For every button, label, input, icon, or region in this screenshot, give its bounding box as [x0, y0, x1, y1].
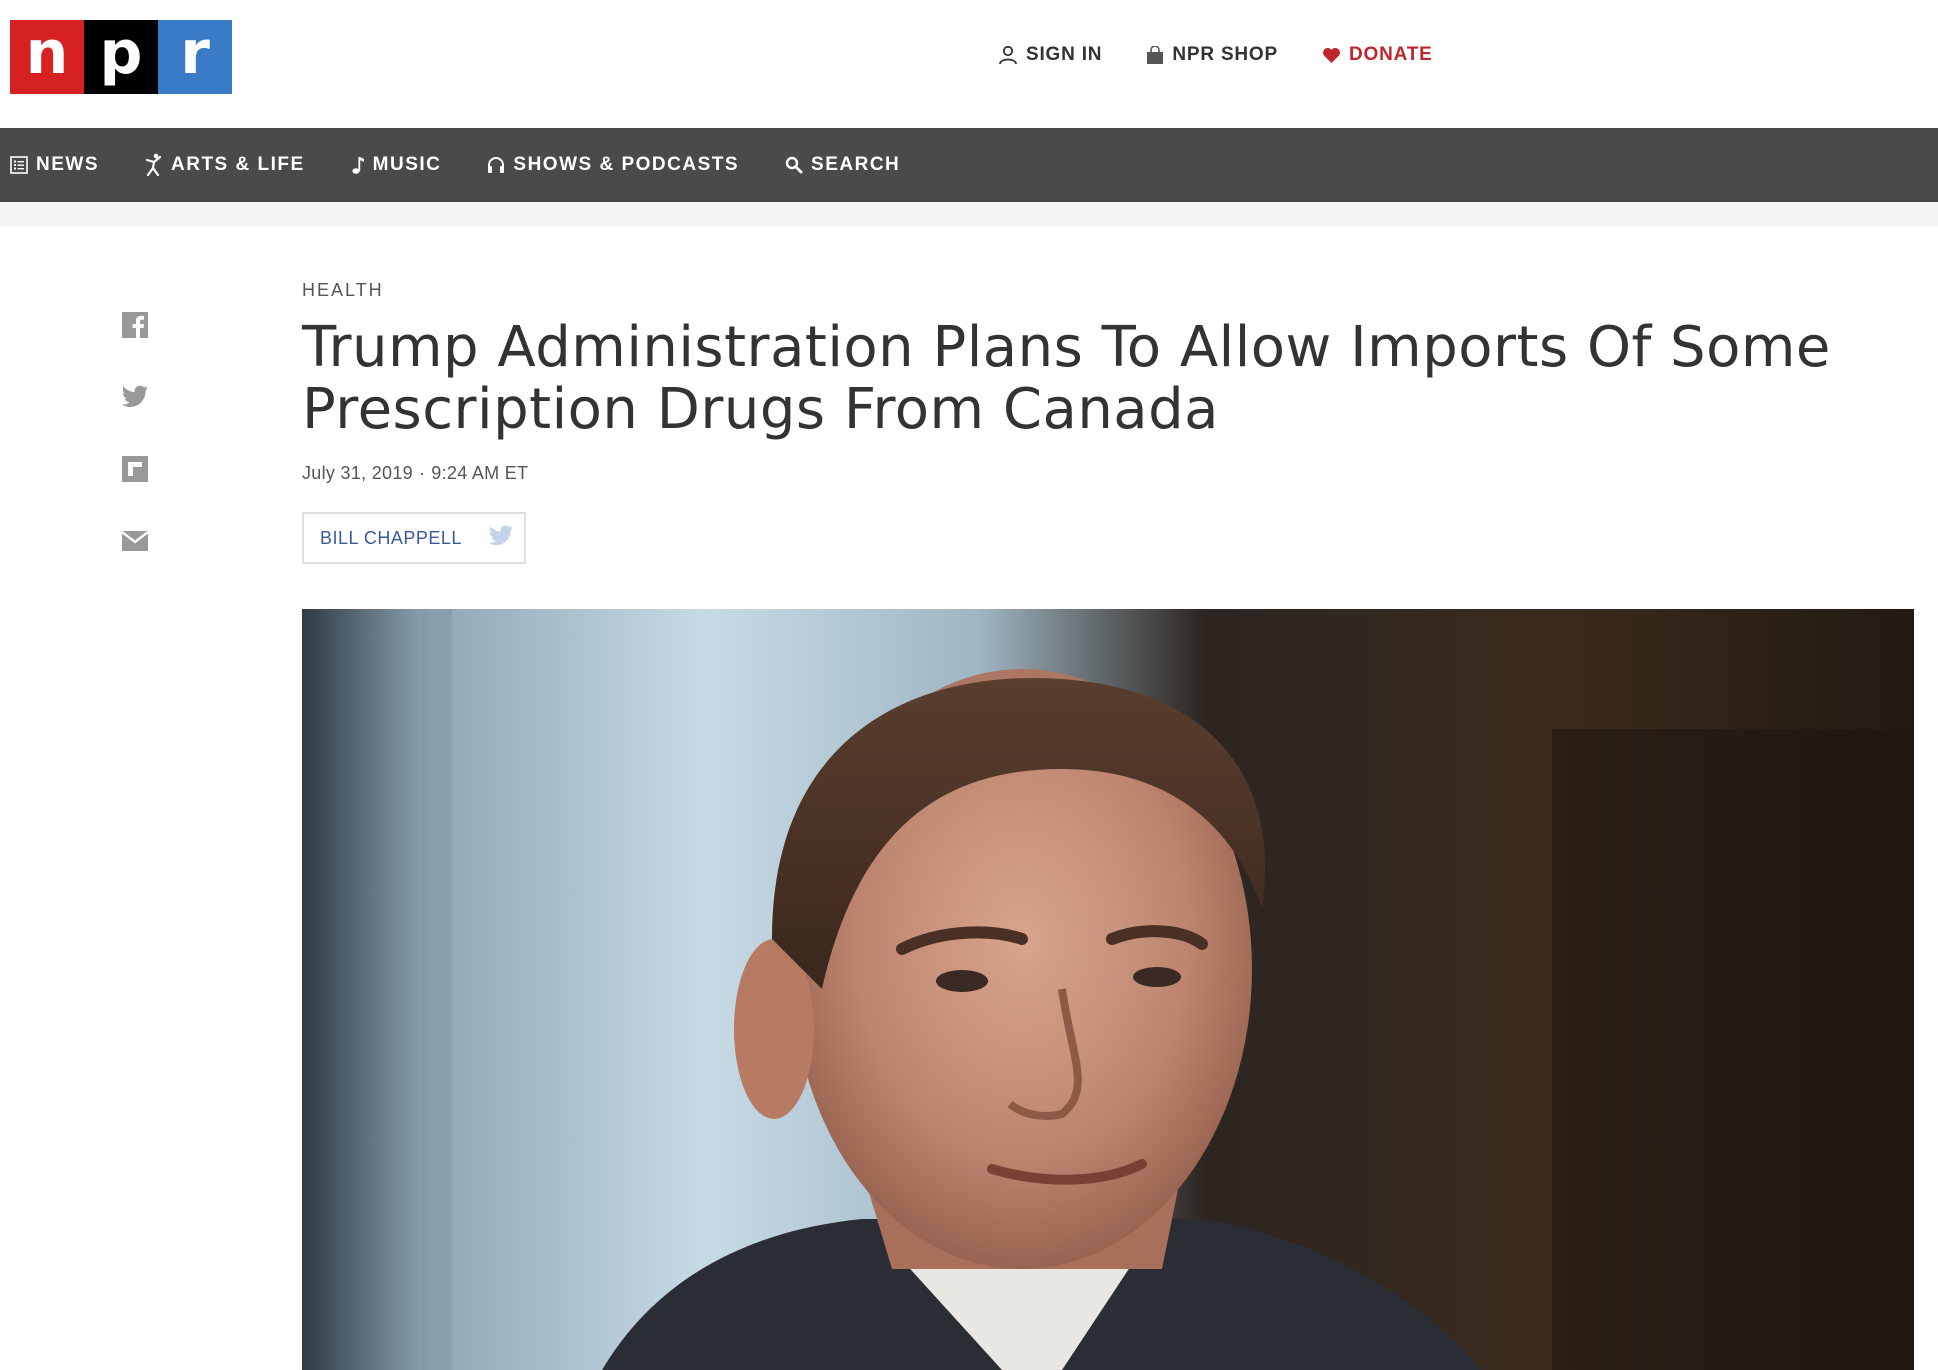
nav-news[interactable]: NEWS — [10, 154, 99, 176]
share-email-button[interactable] — [120, 528, 150, 558]
twitter-icon — [121, 385, 149, 414]
donate-link[interactable]: DONATE — [1322, 44, 1433, 66]
news-list-icon — [10, 156, 28, 174]
page-title: Trump Administration Plans To Allow Impo… — [302, 315, 1831, 442]
heart-icon — [1322, 47, 1341, 64]
search-icon — [785, 156, 803, 174]
section-label[interactable]: HEALTH — [302, 280, 1916, 301]
publish-date: July 31, 2019 — [302, 463, 413, 483]
nav-shows-podcasts[interactable]: SHOWS & PODCASTS — [487, 154, 739, 176]
logo-letter-p: p — [84, 20, 158, 94]
author-byline[interactable]: BILL CHAPPELL — [302, 512, 526, 564]
dateline: July 31, 2019 · 9:24 AM ET — [302, 463, 1916, 484]
npr-shop-label: NPR SHOP — [1172, 44, 1278, 65]
nav-shows-podcasts-label: SHOWS & PODCASTS — [513, 154, 740, 175]
author-name: BILL CHAPPELL — [320, 527, 462, 548]
music-note-icon — [351, 155, 365, 175]
share-flipboard-button[interactable] — [120, 455, 150, 488]
main-nav: NEWS ARTS & LIFE MUSIC SHOWS & PODCASTS … — [0, 128, 1938, 202]
user-icon — [998, 45, 1018, 65]
nav-music[interactable]: MUSIC — [351, 154, 442, 176]
author-twitter-icon[interactable] — [488, 525, 514, 552]
site-header: n p r SIGN IN NPR SHOP DONATE — [0, 0, 1938, 128]
npr-logo[interactable]: n p r — [10, 20, 232, 94]
sign-in-label: SIGN IN — [1026, 44, 1103, 65]
utility-nav: SIGN IN NPR SHOP DONATE — [998, 44, 1433, 66]
facebook-icon — [121, 311, 149, 344]
dateline-separator: · — [418, 463, 426, 483]
share-twitter-button[interactable] — [120, 384, 150, 414]
email-icon — [121, 530, 149, 557]
nav-search-label: SEARCH — [811, 154, 901, 175]
npr-shop-link[interactable]: NPR SHOP — [1146, 44, 1278, 66]
nav-spacer-bar — [0, 202, 1938, 226]
logo-letter-n: n — [10, 20, 84, 94]
publish-time: 9:24 AM ET — [431, 463, 529, 483]
logo-letter-r: r — [158, 20, 232, 94]
headphones-icon — [487, 156, 505, 174]
flipboard-icon — [121, 455, 149, 488]
article-header: HEALTH Trump Administration Plans To All… — [302, 280, 1916, 564]
dancer-icon — [145, 153, 163, 177]
nav-music-label: MUSIC — [372, 154, 442, 175]
lead-photo[interactable] — [302, 609, 1914, 1370]
nav-news-label: NEWS — [36, 154, 99, 175]
shopping-bag-icon — [1146, 46, 1164, 64]
share-facebook-button[interactable] — [120, 311, 150, 344]
sign-in-link[interactable]: SIGN IN — [998, 44, 1102, 66]
nav-arts-life[interactable]: ARTS & LIFE — [145, 153, 305, 177]
nav-search[interactable]: SEARCH — [785, 154, 900, 176]
nav-arts-life-label: ARTS & LIFE — [171, 154, 305, 175]
donate-label: DONATE — [1348, 44, 1433, 65]
